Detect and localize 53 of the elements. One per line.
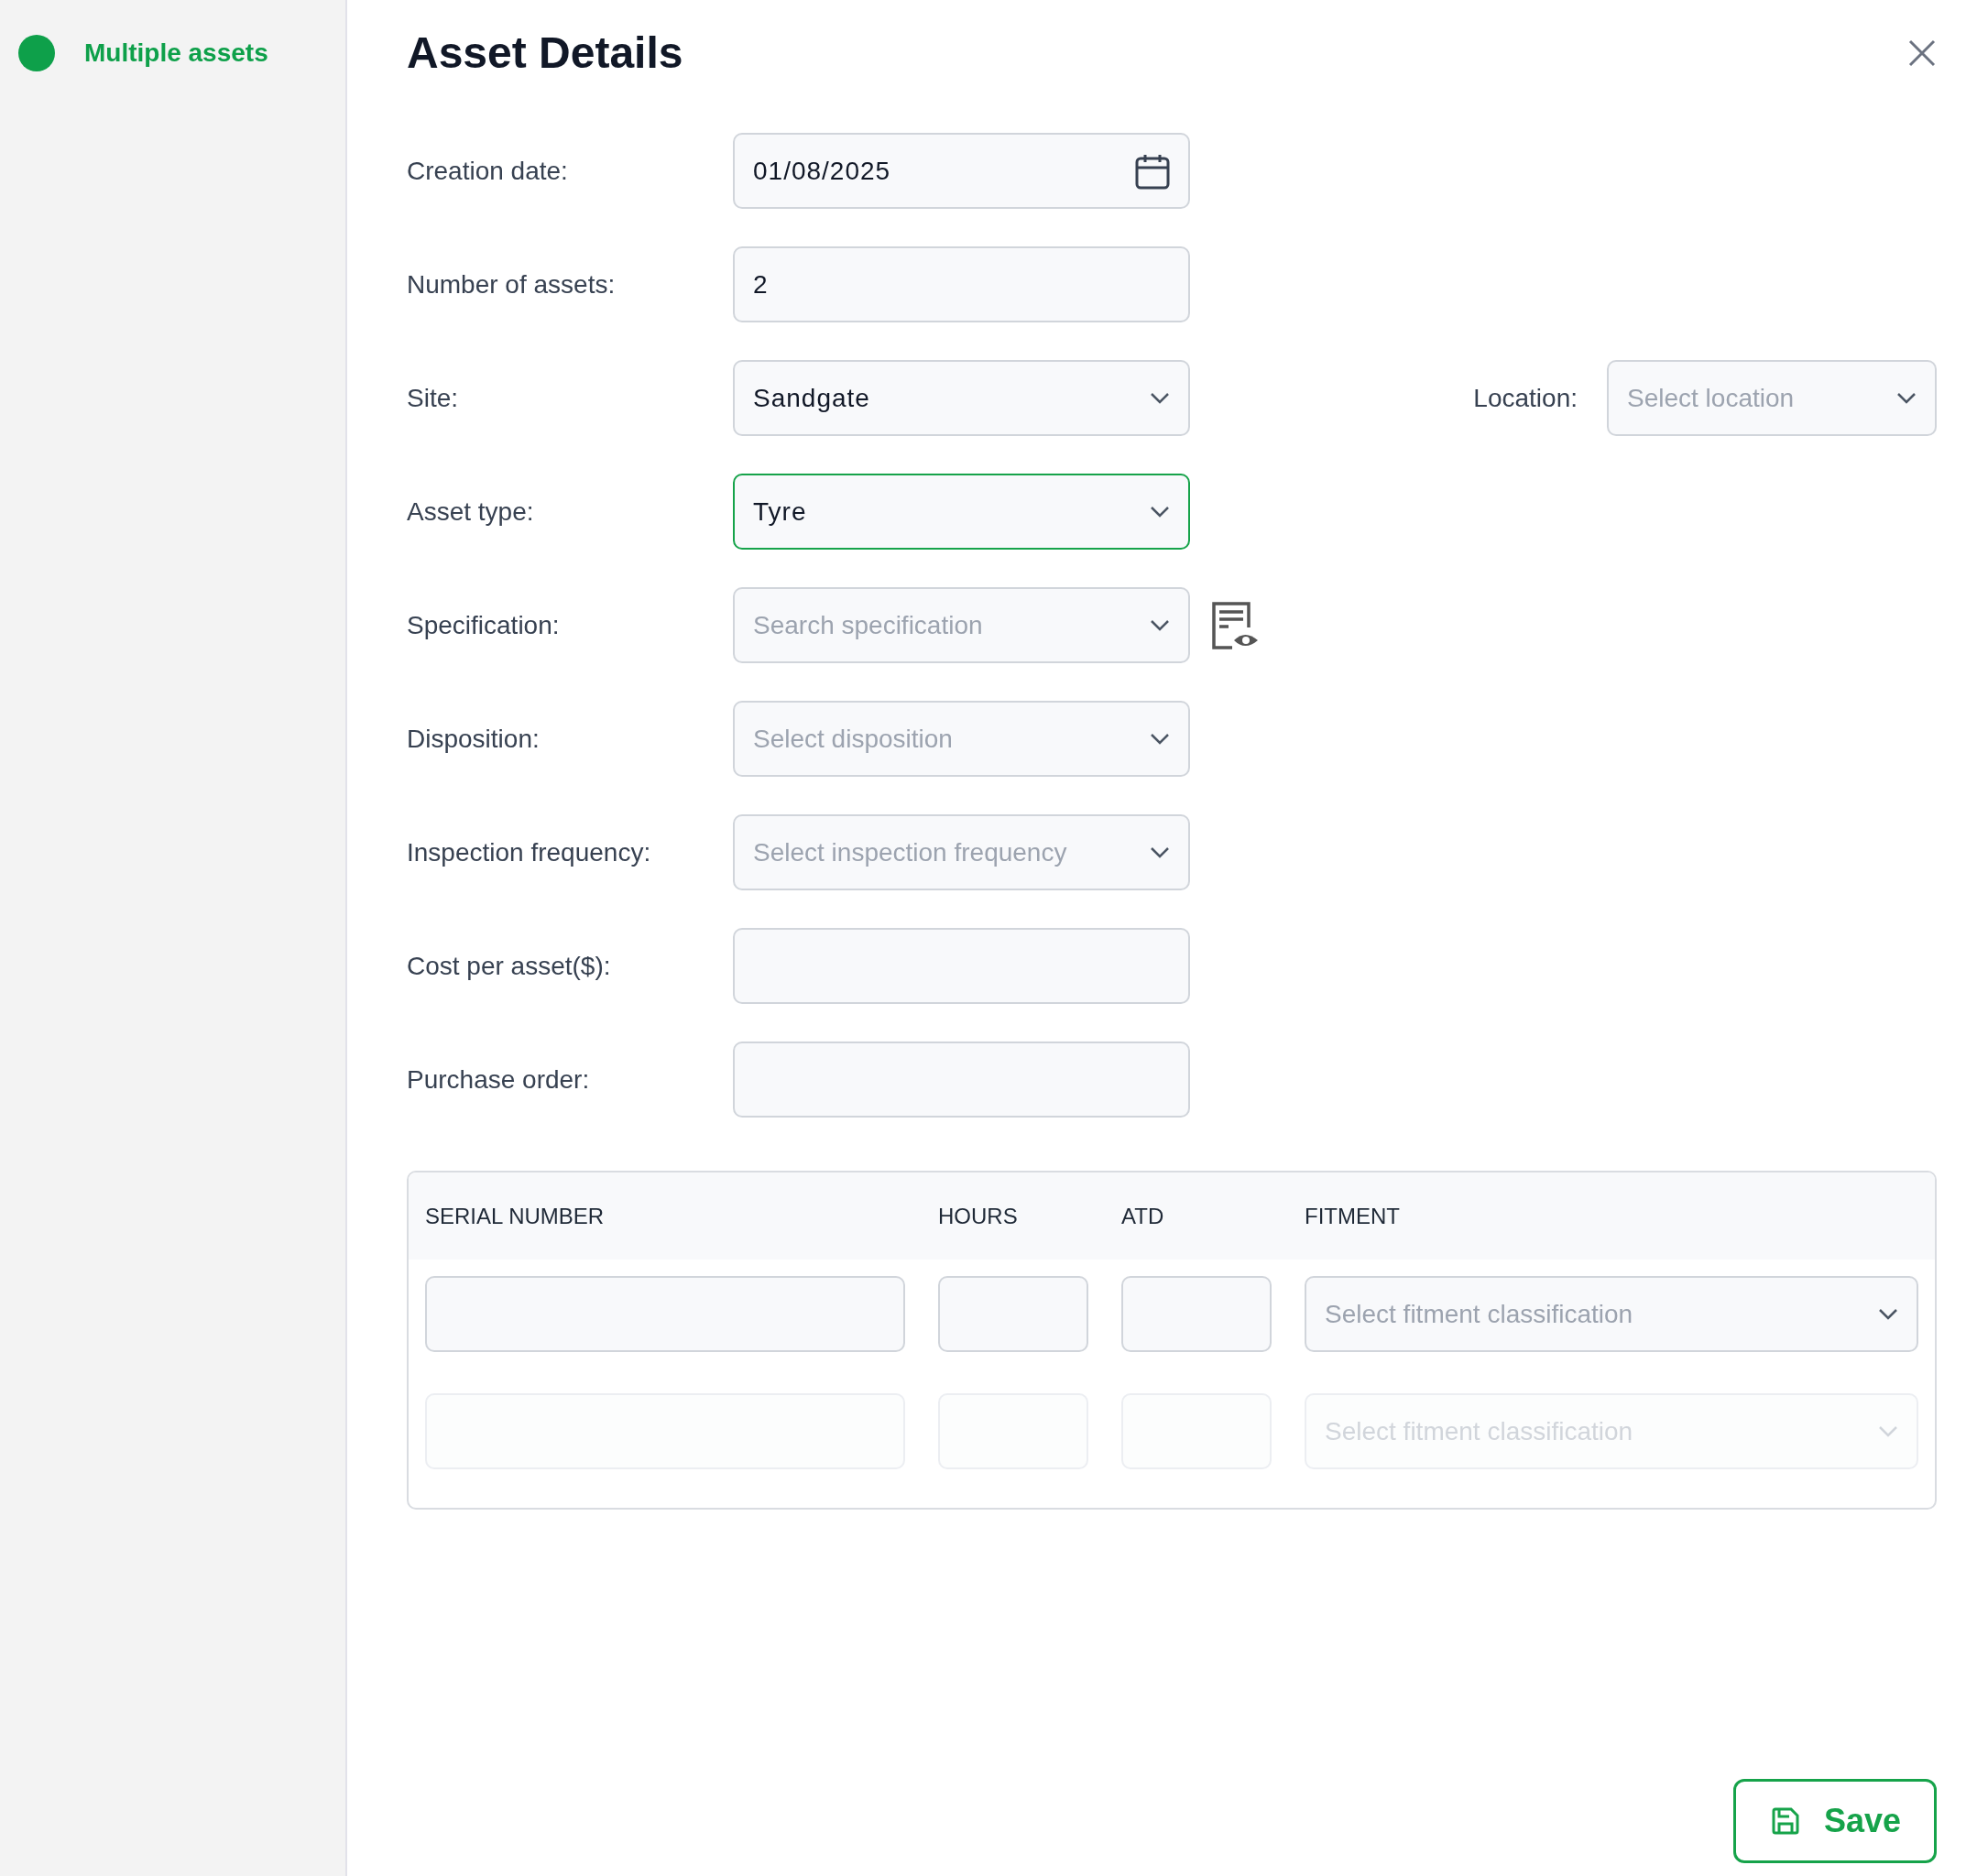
field-placeholder: Select inspection frequency bbox=[753, 837, 1067, 867]
select-field[interactable]: Tyre bbox=[733, 474, 1190, 550]
save-button[interactable]: Save bbox=[1732, 1779, 1937, 1863]
field-label: Specification: bbox=[407, 610, 561, 640]
chevron-down-icon bbox=[1896, 392, 1917, 404]
field-label: Purchase order: bbox=[407, 1064, 591, 1095]
select-field[interactable]: Select disposition bbox=[733, 701, 1190, 777]
column-header: FITMENT bbox=[1305, 1203, 1401, 1229]
field-label: Inspection frequency: bbox=[407, 837, 652, 867]
close-icon bbox=[1907, 38, 1937, 68]
field-label: Creation date: bbox=[407, 156, 569, 186]
input-field[interactable] bbox=[1121, 1276, 1272, 1352]
select-field[interactable]: Sandgate bbox=[733, 360, 1190, 436]
field-value: Tyre bbox=[753, 496, 807, 527]
field-placeholder: Select disposition bbox=[753, 724, 953, 754]
select-field[interactable]: Select inspection frequency bbox=[733, 814, 1190, 890]
save-icon bbox=[1770, 1806, 1800, 1836]
column-header: SERIAL NUMBER bbox=[425, 1203, 606, 1229]
chevron-down-icon bbox=[1150, 846, 1170, 858]
field-label: Asset type: bbox=[407, 496, 535, 527]
input-field[interactable] bbox=[733, 1042, 1190, 1118]
chevron-down-icon bbox=[1150, 506, 1170, 518]
date-field[interactable]: 01/08/2025 bbox=[733, 133, 1190, 209]
chevron-down-icon bbox=[1878, 1425, 1898, 1437]
calendar-icon bbox=[1135, 152, 1170, 190]
sidebar-item-label: Multiple assets bbox=[84, 38, 268, 68]
field-label: Disposition: bbox=[407, 724, 541, 754]
field-placeholder: Select location bbox=[1627, 383, 1795, 413]
column-header: HOURS bbox=[938, 1203, 1019, 1229]
chevron-down-icon bbox=[1150, 619, 1170, 631]
field-placeholder: Select fitment classification bbox=[1325, 1299, 1633, 1329]
input-field[interactable] bbox=[425, 1276, 905, 1352]
sidebar-item[interactable]: Multiple assets bbox=[18, 35, 327, 71]
select-field[interactable]: Select fitment classification bbox=[1305, 1276, 1918, 1352]
page-title: Asset Details bbox=[407, 27, 683, 78]
input-field[interactable] bbox=[733, 928, 1190, 1004]
field-label: Site: bbox=[407, 383, 460, 413]
close-button[interactable] bbox=[1907, 38, 1937, 68]
field-label: Location: bbox=[1473, 383, 1578, 413]
chevron-down-icon bbox=[1150, 733, 1170, 745]
chevron-down-icon bbox=[1878, 1308, 1898, 1320]
field-placeholder: Search specification bbox=[753, 610, 983, 640]
column-header: ATD bbox=[1121, 1203, 1165, 1229]
input-field[interactable]: 2 bbox=[733, 246, 1190, 322]
field-label: Cost per asset($): bbox=[407, 951, 612, 981]
chevron-down-icon bbox=[1150, 392, 1170, 404]
select-field[interactable]: Search specification bbox=[733, 587, 1190, 663]
field-value: 2 bbox=[753, 269, 769, 300]
select-field[interactable]: Select location bbox=[1607, 360, 1937, 436]
field-value: 01/08/2025 bbox=[753, 156, 891, 186]
input-field[interactable] bbox=[938, 1276, 1088, 1352]
field-label: Number of assets: bbox=[407, 269, 617, 300]
field-value: Sandgate bbox=[753, 383, 870, 413]
